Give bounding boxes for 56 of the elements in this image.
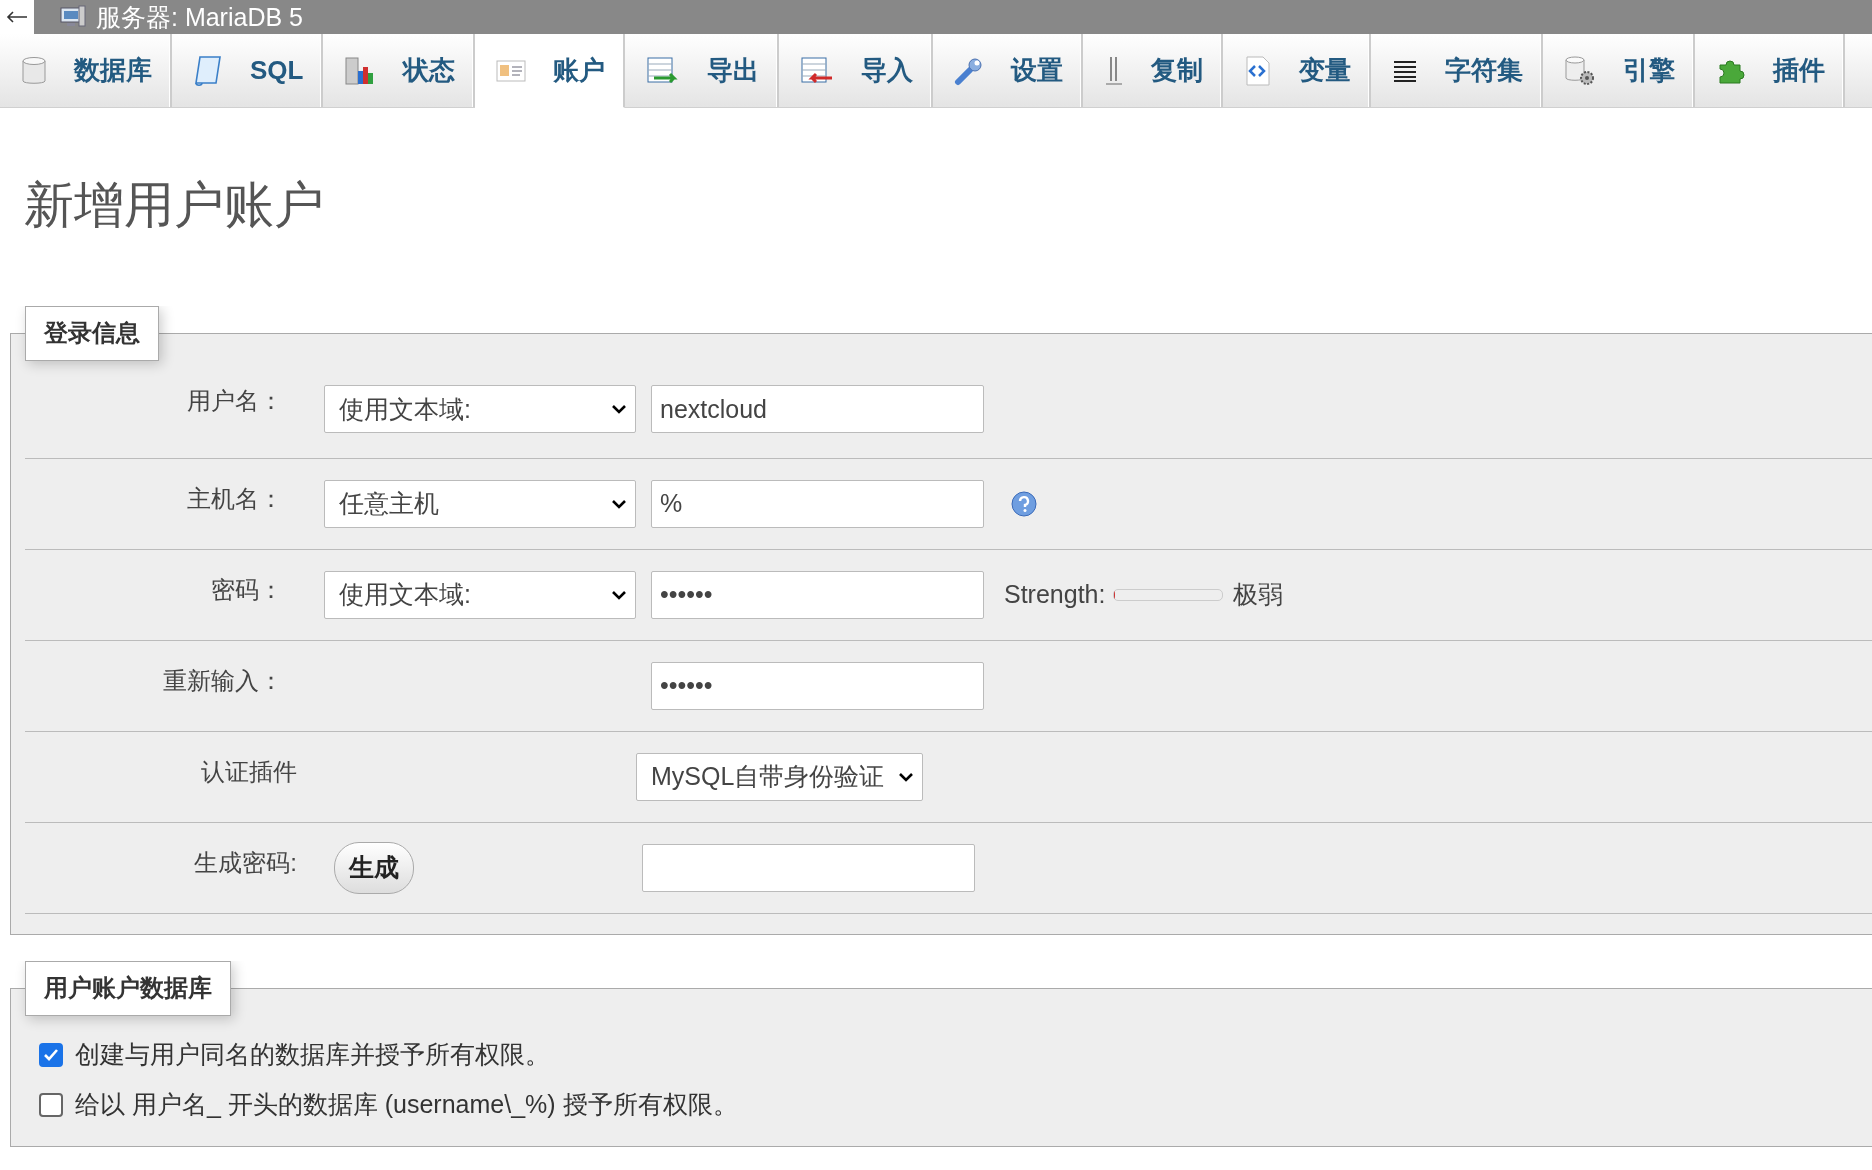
nav-tab[interactable]: 数据库 — [0, 34, 172, 107]
back-button[interactable] — [0, 0, 34, 34]
code-file-icon — [1244, 54, 1273, 87]
import-table-icon — [800, 55, 835, 86]
dropdown[interactable]: 使用文本域: — [324, 385, 636, 434]
field-label: 用户名： — [186, 385, 284, 416]
checkbox[interactable] — [39, 1042, 63, 1067]
chevron-down-icon — [898, 771, 915, 782]
back-arrow-icon — [6, 11, 28, 23]
nav-tab[interactable]: SQL — [172, 34, 324, 107]
input-field[interactable] — [642, 843, 975, 892]
nav-tab[interactable]: 设置 — [933, 34, 1084, 107]
database-icon — [21, 55, 47, 86]
replication-icon — [1104, 54, 1125, 87]
generate-button[interactable]: 生成 — [334, 841, 414, 894]
dropdown[interactable]: 使用文本域: — [324, 570, 636, 619]
section-legend: 登录信息 — [25, 306, 159, 361]
strength-text: 极弱 — [1233, 579, 1284, 611]
lines-icon — [1392, 58, 1419, 83]
field-label: 生成密码: — [193, 847, 298, 878]
input-field[interactable]: nextcloud — [651, 385, 984, 434]
input-field[interactable]: •••••• — [651, 570, 984, 619]
nav-tab[interactable]: 插件 — [1695, 34, 1846, 107]
scroll-icon — [193, 54, 223, 87]
nav-tab[interactable]: 变量 — [1223, 34, 1372, 107]
dropdown[interactable]: 任意主机 — [324, 479, 636, 528]
checkbox-label: 给以 用户名_ 开头的数据库 (username\_%) 授予所有权限。 — [75, 1089, 738, 1121]
help-icon[interactable] — [1011, 490, 1037, 517]
strength-label: Strength: — [1004, 580, 1106, 610]
nav-tab[interactable]: 导出 — [625, 34, 780, 107]
checkbox-label: 创建与用户同名的数据库并授予所有权限。 — [75, 1039, 550, 1071]
window-title: 服务器: MariaDB 5 — [96, 1, 303, 33]
monitor-icon — [60, 5, 86, 29]
input-field[interactable]: •••••• — [651, 661, 984, 710]
input-field[interactable]: % — [651, 479, 984, 528]
field-label: 主机名： — [186, 483, 284, 514]
wrench-icon — [954, 55, 985, 86]
nav-tab[interactable]: 字符集 — [1371, 34, 1544, 107]
nav-tab[interactable]: 导入 — [779, 34, 934, 107]
field-label: 重新输入： — [162, 665, 284, 696]
database-gear-icon — [1564, 54, 1597, 87]
nav-tab[interactable]: 引擎 — [1543, 34, 1696, 107]
export-table-icon — [646, 55, 681, 86]
section-legend: 用户账户数据库 — [25, 960, 231, 1016]
chevron-down-icon — [611, 589, 627, 600]
nav-tab[interactable]: 复制 — [1083, 34, 1224, 107]
page-heading: 新增用户账户 — [24, 176, 325, 235]
checkbox[interactable] — [39, 1092, 63, 1117]
chevron-down-icon — [611, 404, 627, 415]
chevron-down-icon — [611, 498, 627, 509]
id-card-icon — [496, 59, 527, 82]
nav-tab[interactable]: 账户 — [475, 34, 626, 108]
field-label: 密码： — [210, 574, 284, 605]
dropdown[interactable]: MySQL自带身份验证 — [636, 752, 924, 801]
field-label: 认证插件 — [200, 756, 298, 787]
checkmark-icon — [43, 1047, 59, 1062]
